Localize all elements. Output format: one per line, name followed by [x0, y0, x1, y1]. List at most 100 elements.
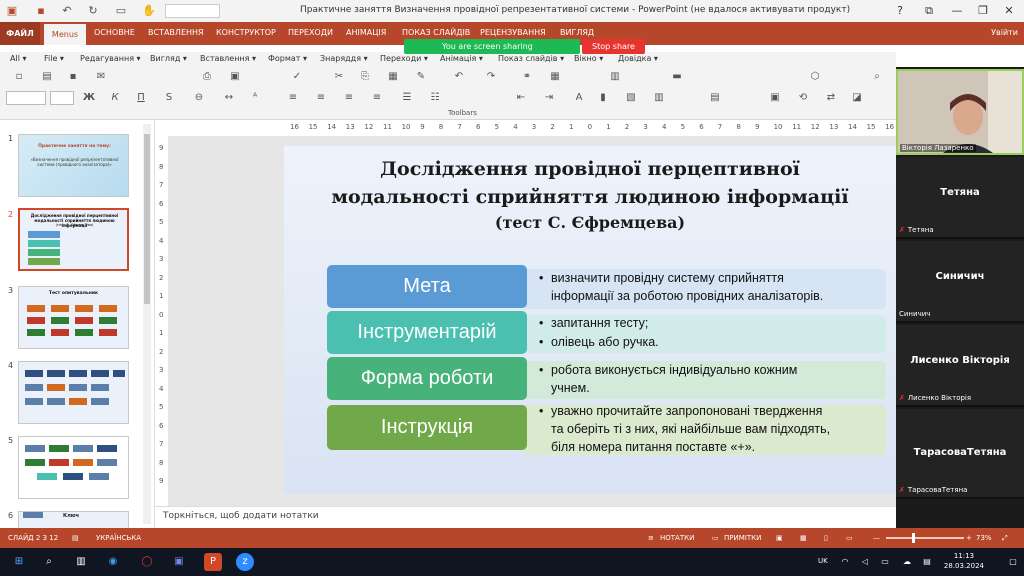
task-view-icon[interactable]: ▥	[72, 553, 90, 571]
goal-bullet[interactable]: визначити провідну систему сприйняттяінф…	[539, 269, 823, 305]
quick-access-input[interactable]	[165, 4, 220, 18]
current-slide[interactable]: Дослідження провідної перцептивної модал…	[284, 146, 896, 494]
redo-icon[interactable]: ↷	[484, 70, 498, 84]
zoom-slider[interactable]	[886, 537, 964, 539]
group-icon[interactable]: ▣	[768, 91, 782, 105]
participant-tile[interactable]: Лисенко Вікторія ✗ Лисенко Вікторія	[896, 325, 1024, 407]
battery-icon[interactable]: ▭	[876, 553, 894, 571]
zoom-out-icon[interactable]: —	[873, 534, 880, 542]
close-icon[interactable]: ✕	[998, 3, 1020, 19]
slide-thumbnail-2[interactable]: Дослідження провідної перцептивної модал…	[18, 208, 129, 271]
notes-toggle[interactable]: НОТАТКИ	[660, 534, 694, 542]
tab-insert[interactable]: ВСТАВЛЕННЯ	[148, 28, 204, 37]
menu-tools[interactable]: Знаряддя ▾	[320, 54, 368, 63]
hyperlink-icon[interactable]: ⚭	[520, 70, 534, 84]
maximize-icon[interactable]: ❐	[972, 3, 994, 19]
minimize-icon[interactable]: —	[946, 3, 968, 19]
menu-edit[interactable]: Редагування ▾	[80, 54, 141, 63]
participant-video-tile[interactable]: Вікторія Лазаренко	[896, 69, 1024, 155]
flip-icon[interactable]: ⇄	[824, 91, 838, 105]
slideshow-icon[interactable]: ▭	[846, 534, 853, 542]
slide-title-line-2[interactable]: модальності сприйняття людиною інформаці…	[284, 186, 896, 208]
menu-insert[interactable]: Вставлення ▾	[200, 54, 256, 63]
table-icon[interactable]: ▦	[548, 70, 562, 84]
tab-design[interactable]: КОНСТРУКТОР	[216, 28, 276, 37]
scrollbar-thumb[interactable]	[144, 134, 150, 304]
spellcheck-icon[interactable]: ▤	[72, 534, 79, 542]
align-left-icon[interactable]: ≡	[286, 91, 300, 105]
save-icon[interactable]: ▪	[66, 70, 80, 84]
screen-sharing-banner[interactable]: You are screen sharing	[404, 39, 580, 54]
format-painter-icon[interactable]: ✎	[414, 70, 428, 84]
line-icon[interactable]: ▬	[670, 70, 684, 84]
present-icon[interactable]: ▭	[114, 4, 128, 18]
reading-view-icon[interactable]: ▯	[824, 534, 828, 542]
touch-mode-icon[interactable]: ✋	[142, 4, 156, 18]
increase-indent-icon[interactable]: ⇥	[542, 91, 556, 105]
align-center-icon[interactable]: ≡	[314, 91, 328, 105]
onedrive-icon[interactable]: ☁	[898, 553, 916, 571]
tab-menus[interactable]: Menus	[44, 24, 86, 45]
tab-view[interactable]: ВИГЛЯД	[560, 28, 594, 37]
tab-slideshow[interactable]: ПОКАЗ СЛАЙДІВ	[402, 28, 470, 37]
search-icon[interactable]: ⌕	[870, 70, 884, 84]
font-name-combo[interactable]	[6, 91, 46, 105]
chart-icon[interactable]: ▥	[608, 70, 622, 84]
menu-format[interactable]: Формат ▾	[268, 54, 307, 63]
tab-review[interactable]: РЕЦЕНЗУВАННЯ	[480, 28, 546, 37]
save-icon[interactable]: ▪	[34, 4, 48, 18]
participant-tile[interactable]: Тетяна ✗ Тетяна	[896, 157, 1024, 239]
tab-home[interactable]: ОСНОВНЕ	[94, 28, 135, 37]
font-color-icon[interactable]: A	[572, 91, 586, 105]
tray-icon[interactable]: ▤	[918, 553, 936, 571]
notes-icon[interactable]: ≡	[648, 534, 654, 542]
paste-icon[interactable]: ▦	[386, 70, 400, 84]
new-icon[interactable]: ▫	[12, 70, 26, 84]
participant-tile[interactable]: Синичич Синичич	[896, 241, 1024, 323]
tools-bullet[interactable]: олівець або ручка.	[539, 333, 659, 351]
font-size-combo[interactable]	[50, 91, 74, 105]
fill-color-icon[interactable]: ▧	[624, 91, 638, 105]
notes-pane[interactable]: Торкніться, щоб додати нотатки	[155, 506, 896, 528]
zoom-level[interactable]: 73%	[976, 534, 992, 542]
menu-transitions[interactable]: Переходи ▾	[380, 54, 428, 63]
instruction-block[interactable]: Інструкція	[327, 405, 527, 450]
italic-button[interactable]: К	[108, 91, 122, 105]
open-icon[interactable]: ▤	[40, 70, 54, 84]
form-bullet[interactable]: робота виконується індивідуально кожниму…	[539, 361, 797, 397]
rotate-icon[interactable]: ⟲	[796, 91, 810, 105]
volume-icon[interactable]: ◁	[856, 553, 874, 571]
instruction-bullet[interactable]: уважно прочитайте запропоновані тверджен…	[539, 402, 830, 456]
shapes-icon[interactable]: ⬡	[808, 70, 822, 84]
zoom-in-icon[interactable]: +	[966, 534, 972, 542]
help-icon[interactable]: ?	[889, 3, 911, 19]
opera-icon[interactable]: ◯	[138, 553, 156, 571]
menu-slideshow[interactable]: Показ слайдів ▾	[498, 54, 564, 63]
copy-icon[interactable]: ⎘	[358, 70, 372, 84]
print-icon[interactable]: ⎙	[200, 70, 214, 84]
sign-in-link[interactable]: Увійти	[991, 28, 1018, 37]
undo-icon[interactable]: ↶	[60, 4, 74, 18]
tools-bullet[interactable]: запитання тесту;	[539, 314, 648, 332]
goal-block[interactable]: Мета	[327, 265, 527, 308]
tools-block[interactable]: Інструментарій	[327, 311, 527, 354]
system-clock[interactable]: 11:13 28.03.2024	[944, 551, 984, 571]
tab-transitions[interactable]: ПЕРЕХОДИ	[288, 28, 333, 37]
slide-subtitle[interactable]: (тест С. Єфремцева)	[284, 213, 896, 232]
ribbon-display-icon[interactable]: ⧉	[918, 3, 940, 19]
spelling-icon[interactable]: ✓	[290, 70, 304, 84]
highlight-icon[interactable]: ▮	[596, 91, 610, 105]
network-icon[interactable]: ◠	[836, 553, 854, 571]
thumbnails-scrollbar[interactable]	[143, 124, 151, 524]
slide-thumbnail-4[interactable]	[18, 361, 129, 424]
powerpoint-taskbar-icon[interactable]: P	[204, 553, 222, 571]
menu-help[interactable]: Довідка ▾	[618, 54, 658, 63]
char-spacing-icon[interactable]: ↔	[222, 91, 236, 105]
shadow-button[interactable]: S	[162, 91, 176, 105]
teams-icon[interactable]: ▣	[170, 553, 188, 571]
menu-view[interactable]: Вигляд ▾	[150, 54, 187, 63]
menu-all[interactable]: All ▾	[10, 54, 26, 63]
numbering-icon[interactable]: ☷	[428, 91, 442, 105]
stop-share-button[interactable]: Stop share	[582, 39, 645, 54]
participant-tile[interactable]: ТарасоваТетяна ✗ ТарасоваТетяна	[896, 409, 1024, 499]
